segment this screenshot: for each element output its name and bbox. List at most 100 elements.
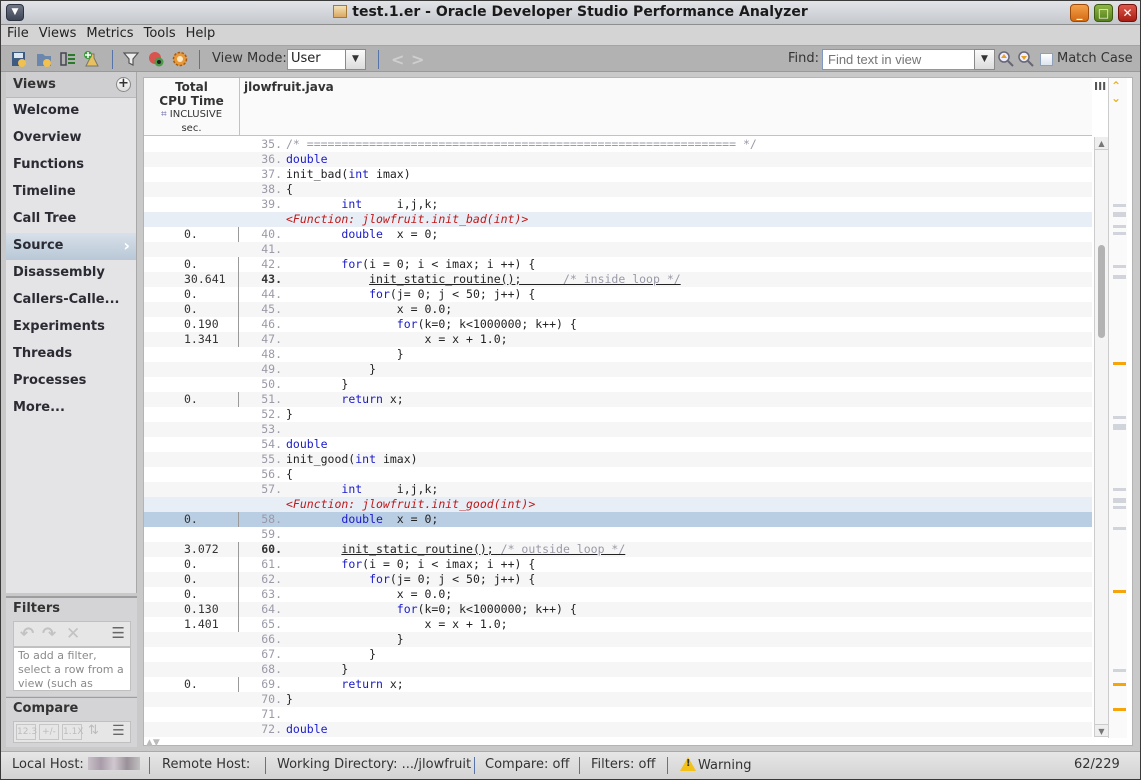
back-arrow-icon[interactable]: < [391,50,404,69]
source-row[interactable]: 36. double [144,152,1092,167]
open-experiment-icon[interactable] [35,50,53,68]
source-row[interactable]: 55. init_good(int imax) [144,452,1092,467]
close-button[interactable]: ✕ [1118,4,1137,22]
source-row[interactable]: 1.401 65. x = x + 1.0; [144,617,1092,632]
source-row[interactable]: 48. } [144,347,1092,362]
compare-sort-icon[interactable]: ⇅ [88,724,99,740]
sidebar-item-welcome[interactable]: Welcome [6,98,136,125]
scroll-down-arrow[interactable]: ▼ [1095,724,1108,737]
line-marker[interactable] [1113,416,1126,419]
line-marker[interactable] [1113,275,1126,279]
sidebar-item-threads[interactable]: Threads [6,341,136,368]
sidebar-item-source[interactable]: Source › [6,233,136,260]
hot-line-marker[interactable] [1113,683,1126,686]
compare-absolute-button[interactable]: 12.3 [16,724,37,740]
compare-delta-button[interactable]: +/- [39,724,59,740]
hot-line-marker[interactable] [1113,590,1126,593]
compare-experiments-icon[interactable] [59,50,77,68]
sidebar-item-experiments[interactable]: Experiments [6,314,136,341]
source-row[interactable]: 53. [144,422,1092,437]
next-prev-hot-line-icon[interactable]: ⌃ ⌄ [1111,80,1121,104]
match-case-checkbox[interactable] [1040,53,1053,66]
source-row[interactable]: 59. [144,527,1092,542]
redo-filter-icon[interactable]: ↷ [42,624,56,644]
source-row[interactable]: 3.072 60. init_static_routine(); /* outsi… [144,542,1092,557]
column-chooser-icon[interactable]: III [1094,80,1106,93]
source-row[interactable]: 39. int i,j,k; [144,197,1092,212]
forward-arrow-icon[interactable]: > [411,50,424,69]
source-row[interactable]: 41. [144,242,1092,257]
source-row[interactable]: 0.130 64. for(k=0; k<1000000; k++) { [144,602,1092,617]
source-row[interactable]: 30.641 43. init_static_routine(); /* insi… [144,272,1092,287]
source-row[interactable]: 68. } [144,662,1092,677]
sidebar-item-processes[interactable]: Processes [6,368,136,395]
line-marker[interactable] [1113,225,1126,228]
source-row[interactable]: 0.190 46. for(k=0; k<1000000; k++) { [144,317,1092,332]
filter-icon[interactable] [122,50,140,68]
sidebar-item-callers-calle[interactable]: Callers-Calle... [6,287,136,314]
view-mode-dropdown-button[interactable]: ▼ [345,49,366,70]
find-next-icon[interactable] [1017,50,1035,68]
maximize-button[interactable]: □ [1094,4,1113,22]
undo-filter-icon[interactable]: ↶ [20,624,34,644]
profile-application-icon[interactable] [83,50,101,68]
source-row[interactable]: 0. 63. x = 0.0; [144,587,1092,602]
vertical-scrollbar[interactable]: ▲ ▼ [1094,137,1108,737]
source-row[interactable]: 0. 62. for(j= 0; j < 50; j++) { [144,572,1092,587]
source-row[interactable]: 0. 69. return x; [144,677,1092,692]
source-row[interactable]: 72. double [144,722,1092,737]
menu-tools[interactable]: Tools [138,25,180,41]
settings-gear-icon[interactable] [171,50,189,68]
clear-filters-icon[interactable]: ✕ [66,624,80,644]
scroll-up-arrow[interactable]: ▲ [1095,137,1108,150]
source-row[interactable]: 37. init_bad(int imax) [144,167,1092,182]
source-row[interactable]: 66. } [144,632,1092,647]
line-marker[interactable] [1113,527,1126,530]
menu-metrics[interactable]: Metrics [80,25,137,41]
find-previous-icon[interactable] [997,50,1015,68]
menu-file[interactable]: File [1,25,33,41]
source-row[interactable]: 0. 45. x = 0.0; [144,302,1092,317]
source-row[interactable]: 57. int i,j,k; [144,482,1092,497]
source-row[interactable]: 1.341 47. x = x + 1.0; [144,332,1092,347]
sidebar-item-disassembly[interactable]: Disassembly [6,260,136,287]
menu-views[interactable]: Views [33,25,81,41]
metric-column-header[interactable]: Total CPU Time ⌗ INCLUSIVE sec. [144,78,240,136]
line-marker[interactable] [1113,424,1126,430]
hot-line-marker[interactable] [1113,708,1126,711]
hot-line-marker[interactable] [1113,362,1126,365]
sidebar-item-call-tree[interactable]: Call Tree [6,206,136,233]
scroll-thumb[interactable] [1098,245,1105,338]
split-arrows-icon[interactable]: ▲▼ [146,738,160,748]
function-colors-icon[interactable] [147,50,165,68]
sidebar-item-timeline[interactable]: Timeline [6,179,136,206]
sidebar-item-functions[interactable]: Functions [6,152,136,179]
source-row[interactable]: 70.} [144,692,1092,707]
filters-menu-icon[interactable]: ☰ [112,624,125,642]
line-marker[interactable] [1113,232,1126,235]
source-row[interactable]: 67. } [144,647,1092,662]
source-row[interactable]: 54. double [144,437,1092,452]
source-row[interactable]: 38. { [144,182,1092,197]
add-view-icon[interactable]: + [116,77,131,92]
line-marker[interactable] [1113,204,1126,207]
source-row[interactable]: 52.} [144,407,1092,422]
compare-ratio-button[interactable]: 1.1X [62,724,83,740]
sidebar-item-overview[interactable]: Overview [6,125,136,152]
source-row[interactable]: 0. 58. double x = 0; [144,512,1092,527]
source-row[interactable]: 71. [144,707,1092,722]
line-marker[interactable] [1113,498,1126,503]
source-row[interactable]: 35. /* ==================================… [144,137,1092,152]
line-marker[interactable] [1113,669,1126,672]
source-row[interactable]: 0. 42. for(i = 0; i < imax; i ++) { [144,257,1092,272]
sidebar-item-more[interactable]: More... [6,395,136,422]
source-row[interactable]: 50. } [144,377,1092,392]
function-header-row[interactable]: <Function: jlowfruit.init_good(int)> [144,497,1092,512]
line-marker[interactable] [1113,212,1126,217]
view-mode-select[interactable]: User [287,49,347,70]
find-input[interactable] [822,49,976,70]
line-marker[interactable] [1113,488,1126,491]
minimize-button[interactable]: _ [1070,4,1089,22]
line-marker[interactable] [1113,506,1126,509]
save-experiment-icon[interactable] [10,50,28,68]
